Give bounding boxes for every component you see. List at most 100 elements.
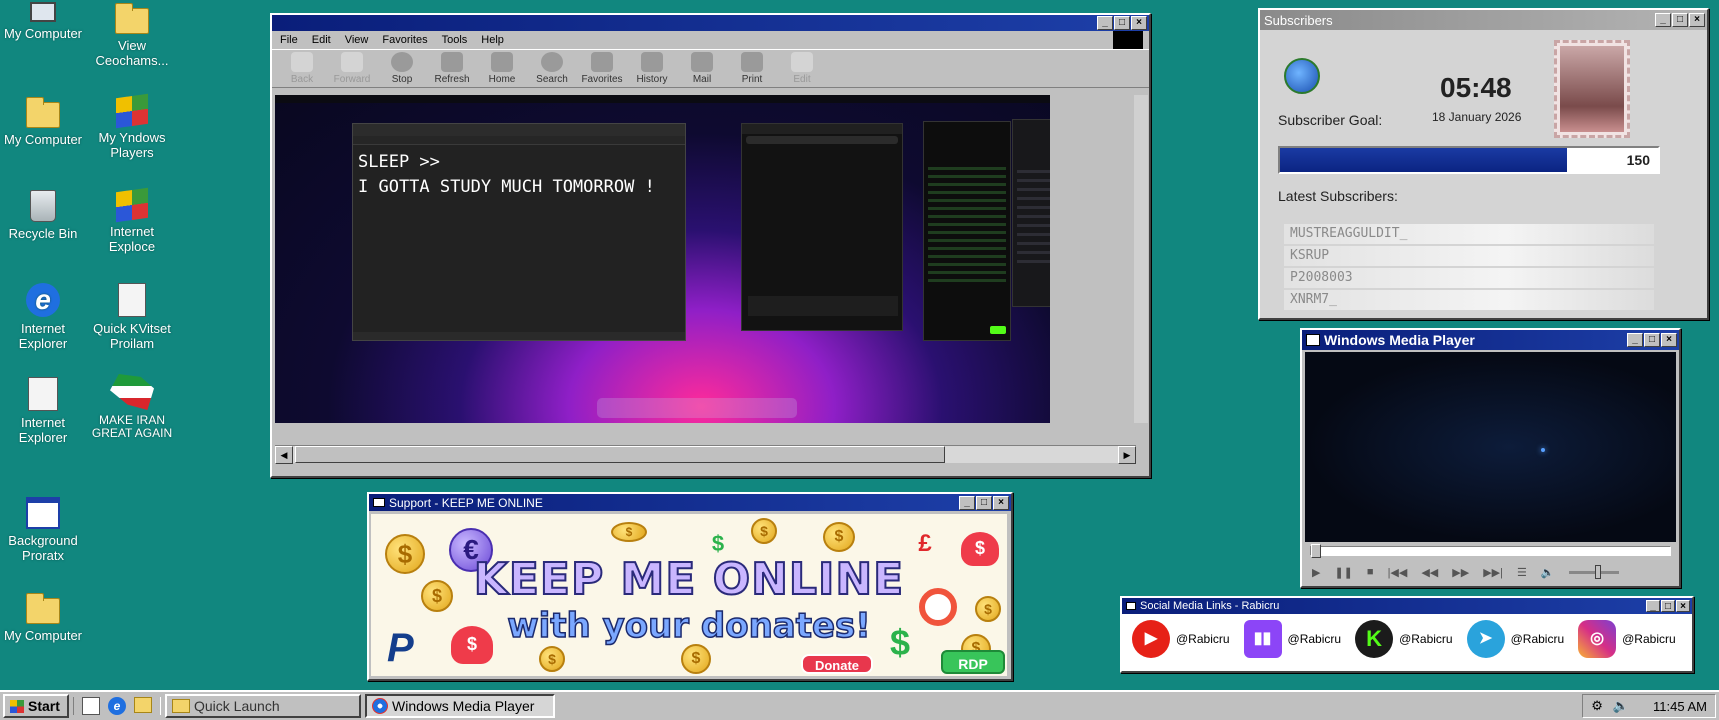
minimize-button[interactable]: _ — [1627, 333, 1643, 347]
volume-icon[interactable]: 🔈 — [1541, 566, 1555, 579]
internet-explorer-icon[interactable]: e — [108, 697, 126, 715]
maximize-button[interactable]: □ — [1644, 333, 1660, 347]
media-player-icon — [1306, 334, 1320, 346]
donate-button[interactable]: Donate — [801, 654, 873, 674]
fast-forward-icon[interactable]: ▶▶ — [1452, 566, 1469, 579]
vertical-scrollbar[interactable] — [1134, 95, 1148, 423]
taskbar-windows-media-player[interactable]: Windows Media Player — [365, 694, 555, 718]
captured-notepad-window: SLEEP >> I GOTTA STUDY MUCH TOMORROW ! — [352, 123, 686, 341]
menu-file[interactable]: File — [280, 34, 298, 46]
desktop-icon-internet-explorer-2[interactable]: Internet Explorer — [0, 377, 89, 445]
seek-bar[interactable] — [1310, 544, 1671, 558]
maximize-button[interactable]: □ — [1672, 13, 1688, 27]
playlist-icon[interactable]: ☰ — [1517, 566, 1527, 579]
stop-icon[interactable]: ■ — [1367, 566, 1374, 578]
scroll-right-arrow-icon[interactable]: ▶ — [1118, 446, 1136, 464]
menu-edit[interactable]: Edit — [312, 34, 331, 46]
history-button[interactable]: History — [630, 52, 674, 85]
social-link-youtube[interactable]: ▶ @Rabicru — [1132, 620, 1230, 658]
home-icon — [491, 52, 513, 72]
internet-explorer-icon: e — [26, 283, 60, 317]
menu-help[interactable]: Help — [481, 34, 504, 46]
maximize-button[interactable]: □ — [1114, 16, 1130, 30]
close-button[interactable]: × — [993, 495, 1009, 510]
desktop-icon-quick-kvitset[interactable]: Quick KVitset Proilam — [86, 283, 178, 351]
notepad-icon[interactable] — [82, 697, 100, 715]
print-button[interactable]: Print — [730, 52, 774, 85]
desktop-icon-make-iran-great-again[interactable]: MAKE IRAN GREAT AGAIN — [86, 374, 178, 440]
close-button[interactable]: × — [1661, 333, 1677, 347]
windows-logo-icon — [10, 699, 24, 713]
folder-icon[interactable] — [134, 697, 152, 713]
volume-thumb[interactable] — [1594, 564, 1601, 579]
minimize-button[interactable]: _ — [1655, 13, 1671, 27]
start-button[interactable]: Start — [3, 694, 69, 718]
rdp-button[interactable]: RDP — [941, 650, 1005, 674]
subscriber-goal-fill — [1280, 148, 1568, 172]
browser-window: _ □ × File Edit View Favorites Tools Hel… — [270, 13, 1151, 478]
skip-forward-icon[interactable]: ▶▶| — [1483, 566, 1503, 579]
captured-twitch-chat-messages — [1017, 164, 1050, 264]
skip-back-icon[interactable]: |◀◀ — [1388, 566, 1408, 579]
computer-icon — [30, 2, 56, 22]
network-icon[interactable]: ⚙ — [1591, 698, 1603, 714]
social-link-instagram[interactable]: ◎ @Rabicru — [1578, 620, 1676, 658]
desktop-icon-internet-exploce[interactable]: Internet Exploce — [86, 187, 178, 254]
home-button[interactable]: Home — [480, 52, 524, 85]
mail-button[interactable]: Mail — [680, 52, 724, 85]
close-button[interactable]: × — [1689, 13, 1705, 27]
close-button[interactable]: × — [1131, 16, 1147, 30]
captured-notepad-statusbar — [353, 332, 685, 340]
subscriber-goal-label: Subscriber Goal: — [1278, 112, 1383, 128]
social-link-twitch[interactable]: ▮▮ @Rabicru — [1243, 620, 1341, 658]
maximize-button[interactable]: □ — [976, 495, 992, 510]
edit-button[interactable]: Edit — [780, 52, 824, 85]
desktop-icon-my-computer[interactable]: My Computer — [0, 2, 89, 41]
desktop-icon-background-proratx[interactable]: Background Proratx — [0, 497, 89, 563]
video-area — [1305, 352, 1676, 542]
social-link-telegram[interactable]: ➤ @Rabicru — [1466, 620, 1564, 658]
close-button[interactable]: × — [1676, 600, 1690, 612]
stop-button[interactable]: Stop — [380, 52, 424, 85]
history-icon — [641, 52, 663, 72]
minimize-button[interactable]: _ — [959, 495, 975, 510]
latest-subscribers-list: MUSTREAGGULDIT_ KSRUP P2008003 XNRM7_ — [1284, 222, 1654, 312]
volume-slider[interactable] — [1568, 564, 1619, 579]
system-tray: ⚙ 🔈 11:45 AM — [1582, 694, 1716, 718]
desktop-icon-my-yndows-players[interactable]: My Yndows Players — [86, 93, 178, 160]
desktop-icon-my-computer-3[interactable]: My Computer — [0, 592, 89, 643]
pause-icon[interactable]: ❚❚ — [1334, 566, 1352, 579]
search-button[interactable]: Search — [530, 52, 574, 85]
favorites-button[interactable]: Favorites — [580, 52, 624, 85]
horizontal-scrollbar[interactable]: ◀ ▶ — [275, 445, 1136, 464]
subscribers-title-bar: Subscribers _ □ × — [1260, 10, 1707, 30]
menu-favorites[interactable]: Favorites — [382, 34, 427, 46]
browser-title-bar: _ □ × — [272, 15, 1149, 31]
captured-dock — [597, 398, 797, 418]
maximize-button[interactable]: □ — [1661, 600, 1675, 612]
scrollbar-thumb[interactable] — [295, 446, 945, 463]
social-links-window: Social Media Links - Rabicru _ □ × ▶ @Ra… — [1120, 596, 1694, 673]
desktop-icon-my-computer-2[interactable]: My Computer — [0, 96, 89, 147]
desktop-icon-recycle-bin[interactable]: Recycle Bin — [0, 190, 89, 241]
desktop-icon-view-ceochams[interactable]: View Ceochams... — [86, 2, 178, 68]
forward-arrow-icon — [341, 52, 363, 72]
support-title-bar: Support - KEEP ME ONLINE _ □ × — [369, 494, 1011, 511]
taskbar-quick-launch[interactable]: Quick Launch — [165, 694, 361, 718]
menu-view[interactable]: View — [345, 34, 369, 46]
forward-button[interactable]: Forward — [330, 52, 374, 85]
desktop-icon-internet-explorer[interactable]: e Internet Explorer — [0, 283, 89, 351]
menu-tools[interactable]: Tools — [442, 34, 468, 46]
back-button[interactable]: Back — [280, 52, 324, 85]
play-icon[interactable]: ▶ — [1312, 566, 1320, 579]
volume-icon[interactable]: 🔈 — [1613, 698, 1629, 714]
social-link-kick[interactable]: K @Rabicru — [1355, 620, 1453, 658]
scroll-left-arrow-icon[interactable]: ◀ — [275, 446, 293, 464]
refresh-button[interactable]: Refresh — [430, 52, 474, 85]
seek-thumb[interactable] — [1311, 544, 1321, 558]
subscribers-clock: 05:48 — [1440, 72, 1512, 103]
rewind-icon[interactable]: ◀◀ — [1421, 566, 1438, 579]
windows-logo-icon — [1113, 31, 1143, 49]
minimize-button[interactable]: _ — [1646, 600, 1660, 612]
minimize-button[interactable]: _ — [1097, 16, 1113, 30]
